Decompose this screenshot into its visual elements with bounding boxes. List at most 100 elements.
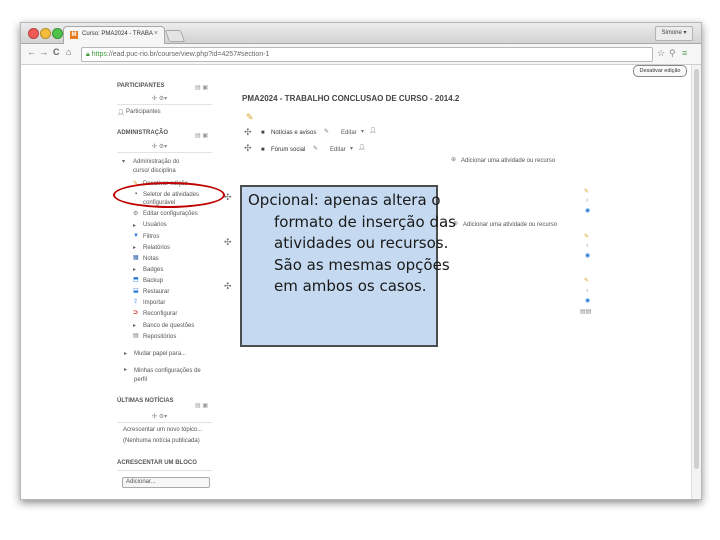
profile-settings-link[interactable]: Minhas configurações de perfil (134, 367, 204, 385)
moodle-favicon-icon: M (70, 31, 78, 39)
participants-link[interactable]: Participantes (126, 109, 161, 115)
move-icon[interactable]: ✣ ⚙▾ (152, 95, 167, 102)
edit-settings-link[interactable]: Editar configurações (143, 211, 198, 217)
course-title: PMA2024 - TRABALHO CONCLUSAO DE CURSO - … (242, 94, 460, 103)
section-move-icon[interactable]: ▤▤ (580, 309, 591, 316)
forum-icon: ■ (261, 130, 265, 136)
profile-button[interactable]: Simone ▾ (655, 26, 693, 41)
backup-link[interactable]: Backup (143, 278, 163, 284)
badges-link[interactable]: Badges (143, 267, 163, 273)
reset-icon: ⊃ (133, 310, 139, 316)
add-block-title: ACRESCENTAR UM BLOCO (117, 460, 197, 466)
dropdown-arrow-icon[interactable]: ▾ (350, 146, 353, 153)
reports-link[interactable]: Relatórios (143, 245, 170, 251)
highlight-icon[interactable]: ♁ (585, 243, 590, 250)
chevron-right-icon: ▸ (133, 245, 137, 251)
edit-menu[interactable]: Editar (330, 147, 346, 153)
switch-role-link[interactable]: Mudar papel para... (134, 351, 186, 357)
backup-icon: ⬒ (133, 277, 139, 283)
reset-link[interactable]: Reconfigurar (143, 311, 177, 317)
new-tab-button[interactable] (164, 30, 186, 42)
close-icon[interactable]: × (154, 30, 158, 37)
callout-text: Opcional: apenas altera o formato de ins… (248, 191, 456, 295)
participants-block-title: PARTICIPANTES (117, 83, 165, 89)
reload-icon[interactable]: C (53, 47, 60, 57)
maximize-window-button[interactable] (52, 28, 63, 39)
move-icon[interactable]: ✣ (224, 237, 232, 248)
move-icon[interactable]: ✣ (224, 192, 232, 203)
address-bar[interactable]: 🔒︎ https://ead.puc-rio.br/course/view.php… (81, 47, 653, 62)
chevron-right-icon: ▸ (133, 223, 137, 229)
menu-icon[interactable]: ≡ (682, 48, 687, 58)
restore-link[interactable]: Restaurar (143, 289, 169, 295)
forum-icon: ■ (261, 147, 265, 153)
add-block-select-value: Adicionar... (126, 479, 156, 485)
move-icon[interactable]: ✣ (224, 281, 232, 292)
highlight-oval (113, 182, 225, 208)
extension-icon[interactable]: ⚲ (669, 48, 676, 59)
user-icon: 👤︎ (117, 110, 125, 116)
star-icon[interactable]: ☆ (657, 48, 665, 59)
pencil-icon[interactable]: ✎ (584, 189, 589, 196)
eye-icon[interactable]: ◉ (585, 253, 590, 260)
user-icon[interactable]: 👤︎ (358, 145, 366, 152)
eye-icon[interactable]: ◉ (585, 208, 590, 215)
gear-icon: ⚙ (133, 211, 139, 217)
block-dock-icon[interactable]: ▤ ▣ (195, 402, 208, 409)
chevron-down-icon: ▾ (122, 159, 126, 165)
lock-icon: 🔒︎ (86, 51, 90, 58)
move-icon[interactable]: ✣ (244, 143, 252, 154)
filters-link[interactable]: Filtros (143, 234, 159, 240)
users-link[interactable]: Usuários (143, 222, 167, 228)
highlight-icon[interactable]: ♁ (585, 288, 590, 295)
divider (117, 470, 212, 471)
move-icon[interactable]: ✣ ⚙▾ (152, 413, 167, 420)
restore-icon: ⬓ (133, 288, 139, 294)
pencil-icon[interactable]: ✎ (246, 113, 254, 122)
repositories-link[interactable]: Repositórios (143, 334, 176, 340)
eye-icon[interactable]: ◉ (585, 298, 590, 305)
block-dock-icon[interactable]: ▤ ▣ (195, 84, 208, 91)
grades-link[interactable]: Notas (143, 256, 159, 262)
pencil-icon[interactable]: ✎ (313, 146, 318, 153)
highlight-icon[interactable]: ♁ (585, 198, 590, 205)
activity-social-forum[interactable]: Fórum social (271, 147, 305, 153)
admin-course-link[interactable]: Administração do curso/ disciplina (133, 158, 193, 176)
block-dock-icon[interactable]: ▤ ▣ (195, 132, 208, 139)
vertical-scrollbar[interactable] (691, 65, 701, 499)
disable-editing-button[interactable]: Desativar edição (633, 65, 687, 77)
minimize-window-button[interactable] (40, 28, 51, 39)
scrollbar-thumb[interactable] (694, 69, 699, 469)
forward-icon[interactable]: → (39, 47, 48, 57)
add-block-select[interactable]: Adicionar... (122, 477, 210, 488)
move-icon[interactable]: ✣ (244, 127, 252, 138)
browser-toolbar: ← → C ⌂ 🔒︎ https://ead.puc-rio.br/course/… (21, 44, 701, 65)
pencil-icon[interactable]: ✎ (584, 234, 589, 241)
pencil-icon[interactable]: ✎ (584, 278, 589, 285)
activity-news-forum[interactable]: Notícias e avisos (271, 130, 316, 136)
add-activity-link[interactable]: Adicionar uma atividade ou recurso (463, 222, 557, 228)
chevron-right-icon: ▸ (124, 351, 128, 357)
chevron-right-icon: ▸ (133, 323, 137, 329)
pencil-icon[interactable]: ✎ (324, 129, 329, 136)
user-icon[interactable]: 👤︎ (369, 128, 377, 135)
dropdown-arrow-icon[interactable]: ▾ (361, 129, 364, 136)
move-icon[interactable]: ✣ ⚙▾ (152, 143, 167, 150)
admin-block-title: ADMINISTRAÇÃO (117, 130, 168, 136)
browser-tab[interactable]: M Curso: PMA2024 - TRABA × (63, 26, 165, 44)
add-activity-link[interactable]: Adicionar uma atividade ou recurso (461, 158, 555, 164)
filter-icon: ▼ (133, 233, 139, 239)
divider (117, 104, 212, 105)
no-news-text: (Nenhuma notícia publicada) (123, 438, 200, 444)
add-news-link[interactable]: Acrescentar um novo tópico... (123, 427, 202, 433)
add-activity-icon[interactable]: ⊕ (451, 157, 456, 164)
divider (117, 422, 212, 423)
grades-icon: ▦ (133, 255, 139, 261)
edit-menu[interactable]: Editar (341, 130, 357, 136)
question-bank-link[interactable]: Banco de questões (143, 323, 194, 329)
chevron-right-icon: ▸ (124, 367, 128, 373)
close-window-button[interactable] (28, 28, 39, 39)
back-icon[interactable]: ← (27, 47, 36, 57)
home-icon[interactable]: ⌂ (66, 47, 71, 57)
import-link[interactable]: Importar (143, 300, 165, 306)
